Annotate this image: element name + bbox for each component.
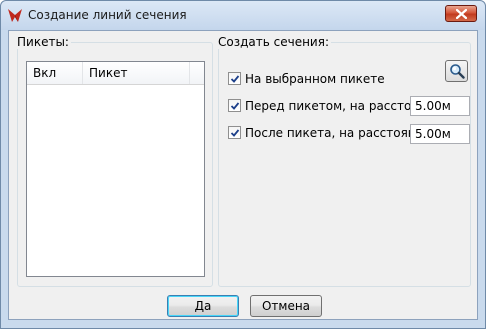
- checkmark-icon: [230, 102, 240, 110]
- close-icon: [456, 9, 467, 19]
- column-header-enabled[interactable]: Вкл: [27, 62, 83, 84]
- pickets-list[interactable]: Вкл Пикет: [26, 61, 205, 277]
- column-header-filler: [190, 62, 204, 84]
- magnifier-icon: [450, 64, 465, 79]
- pickets-group: Пикеты: Вкл Пикет: [17, 35, 213, 287]
- title-bar[interactable]: Создание линий сечения: [1, 1, 485, 30]
- checkmark-icon: [230, 75, 240, 83]
- before-distance-input[interactable]: [411, 97, 469, 115]
- search-button[interactable]: [445, 60, 468, 82]
- after-distance-field[interactable]: [410, 124, 470, 144]
- close-button[interactable]: [445, 5, 477, 22]
- after-picket-checkbox[interactable]: [228, 126, 241, 139]
- at-selected-picket-checkbox[interactable]: [228, 72, 241, 85]
- at-selected-picket-label: На выбранном пикете: [245, 72, 385, 86]
- after-picket-label: После пикета, на расстоянии: [245, 126, 432, 140]
- column-header-picket[interactable]: Пикет: [83, 62, 190, 84]
- cancel-button[interactable]: Отмена: [250, 295, 322, 317]
- create-sections-group-label: Создать сечения:: [218, 35, 331, 49]
- after-distance-input[interactable]: [411, 125, 469, 143]
- checkmark-icon: [230, 129, 240, 137]
- app-logo-icon: [7, 8, 23, 23]
- ok-button[interactable]: Да: [167, 295, 239, 317]
- dialog-window: Создание линий сечения Пикеты: Вкл Пикет…: [0, 0, 486, 329]
- create-sections-group: Создать сечения: На выбранном пикете Пер…: [218, 35, 471, 287]
- dialog-client-area: Пикеты: Вкл Пикет Создать сечения: На вы…: [8, 30, 478, 320]
- window-title: Создание линий сечения: [28, 8, 187, 22]
- before-distance-field[interactable]: [410, 96, 470, 116]
- pickets-list-header: Вкл Пикет: [27, 62, 204, 85]
- pickets-group-label: Пикеты:: [17, 35, 71, 49]
- before-picket-checkbox[interactable]: [228, 99, 241, 112]
